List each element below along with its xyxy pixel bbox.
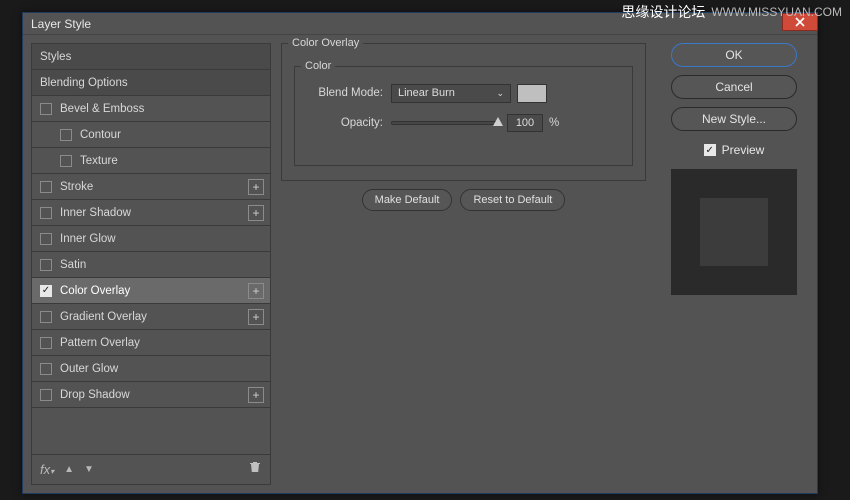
effect-label: Gradient Overlay: [60, 311, 147, 323]
effect-label: Satin: [60, 259, 86, 271]
effect-label: Bevel & Emboss: [60, 103, 144, 115]
effect-label: Drop Shadow: [60, 389, 130, 401]
color-swatch[interactable]: [517, 84, 547, 103]
effect-row-satin[interactable]: Satin: [32, 252, 270, 278]
effect-checkbox[interactable]: [40, 103, 52, 115]
trash-icon: [248, 460, 262, 474]
effect-row-outer-glow[interactable]: Outer Glow: [32, 356, 270, 382]
add-effect-icon[interactable]: +: [248, 179, 264, 195]
opacity-input[interactable]: 100: [507, 114, 543, 132]
effect-checkbox[interactable]: [60, 129, 72, 141]
effect-label: Color Overlay: [60, 285, 130, 297]
add-effect-icon[interactable]: +: [248, 205, 264, 221]
preview-inner: [700, 198, 768, 266]
effect-label: Outer Glow: [60, 363, 118, 375]
effect-checkbox[interactable]: [40, 363, 52, 375]
styles-header-label: Styles: [40, 51, 71, 63]
effect-checkbox[interactable]: [40, 285, 52, 297]
ok-button[interactable]: OK: [671, 43, 797, 67]
slider-thumb-icon[interactable]: [493, 117, 503, 126]
color-overlay-group: Color Overlay Color Blend Mode: Linear B…: [281, 43, 646, 181]
chevron-down-icon: ⌄: [496, 88, 504, 99]
add-effect-icon[interactable]: +: [248, 387, 264, 403]
effect-row-texture[interactable]: Texture: [32, 148, 270, 174]
effect-checkbox[interactable]: [40, 207, 52, 219]
group-legend: Color Overlay: [288, 37, 363, 49]
watermark-url: WWW.MISSYUAN.COM: [711, 5, 842, 19]
make-default-button[interactable]: Make Default: [362, 189, 453, 211]
effect-label: Stroke: [60, 181, 93, 193]
add-effect-icon[interactable]: +: [248, 283, 264, 299]
effect-row-color-overlay[interactable]: Color Overlay +: [32, 278, 270, 304]
right-sidebar: OK Cancel New Style... Preview: [659, 43, 809, 485]
effect-checkbox[interactable]: [40, 389, 52, 401]
add-effect-icon[interactable]: +: [248, 309, 264, 325]
blending-options-header[interactable]: Blending Options: [32, 70, 270, 96]
effect-row-contour[interactable]: Contour: [32, 122, 270, 148]
reset-default-button[interactable]: Reset to Default: [460, 189, 565, 211]
effect-label: Inner Glow: [60, 233, 116, 245]
blend-mode-label: Blend Mode:: [305, 87, 383, 99]
effect-label: Pattern Overlay: [60, 337, 140, 349]
cancel-button[interactable]: Cancel: [671, 75, 797, 99]
opacity-slider[interactable]: [391, 121, 501, 125]
subgroup-legend: Color: [301, 60, 335, 72]
fx-menu-icon[interactable]: fx▾: [40, 462, 54, 477]
blend-mode-value: Linear Burn: [398, 87, 455, 99]
effect-row-pattern-overlay[interactable]: Pattern Overlay: [32, 330, 270, 356]
effect-label: Contour: [80, 129, 121, 141]
watermark: 思缘设计论坛 WWW.MISSYUAN.COM: [621, 2, 842, 22]
effects-panel: Styles Blending Options Bevel & Emboss Co…: [31, 43, 271, 485]
preview-checkbox[interactable]: [704, 144, 716, 156]
opacity-unit: %: [549, 117, 559, 129]
effect-row-drop-shadow[interactable]: Drop Shadow +: [32, 382, 270, 408]
effect-checkbox[interactable]: [40, 311, 52, 323]
effect-row-inner-glow[interactable]: Inner Glow: [32, 226, 270, 252]
move-up-icon[interactable]: ▲: [64, 464, 74, 475]
styles-header[interactable]: Styles: [32, 44, 270, 70]
effect-checkbox[interactable]: [40, 337, 52, 349]
effect-row-stroke[interactable]: Stroke +: [32, 174, 270, 200]
effect-label: Inner Shadow: [60, 207, 131, 219]
effect-row-bevel-emboss[interactable]: Bevel & Emboss: [32, 96, 270, 122]
dialog-title: Layer Style: [31, 17, 91, 31]
move-down-icon[interactable]: ▼: [84, 464, 94, 475]
settings-panel: Color Overlay Color Blend Mode: Linear B…: [281, 43, 649, 485]
effect-row-gradient-overlay[interactable]: Gradient Overlay +: [32, 304, 270, 330]
new-style-button[interactable]: New Style...: [671, 107, 797, 131]
watermark-cn: 思缘设计论坛: [621, 2, 705, 22]
effect-checkbox[interactable]: [40, 259, 52, 271]
effect-checkbox[interactable]: [60, 155, 72, 167]
layer-style-dialog: Layer Style Styles Blending Options Beve…: [22, 12, 818, 494]
effect-checkbox[interactable]: [40, 233, 52, 245]
preview-thumbnail: [671, 169, 797, 295]
effect-label: Texture: [80, 155, 118, 167]
blend-mode-dropdown[interactable]: Linear Burn ⌄: [391, 84, 511, 103]
preview-label: Preview: [722, 143, 765, 157]
preview-toggle[interactable]: Preview: [704, 143, 765, 157]
effects-footer: fx▾ ▲ ▼: [32, 454, 270, 484]
effect-row-inner-shadow[interactable]: Inner Shadow +: [32, 200, 270, 226]
delete-effect-button[interactable]: [248, 460, 262, 479]
effect-checkbox[interactable]: [40, 181, 52, 193]
blending-options-label: Blending Options: [40, 77, 128, 89]
opacity-label: Opacity:: [305, 117, 383, 129]
color-subgroup: Color Blend Mode: Linear Burn ⌄ Opacity:: [294, 66, 633, 166]
